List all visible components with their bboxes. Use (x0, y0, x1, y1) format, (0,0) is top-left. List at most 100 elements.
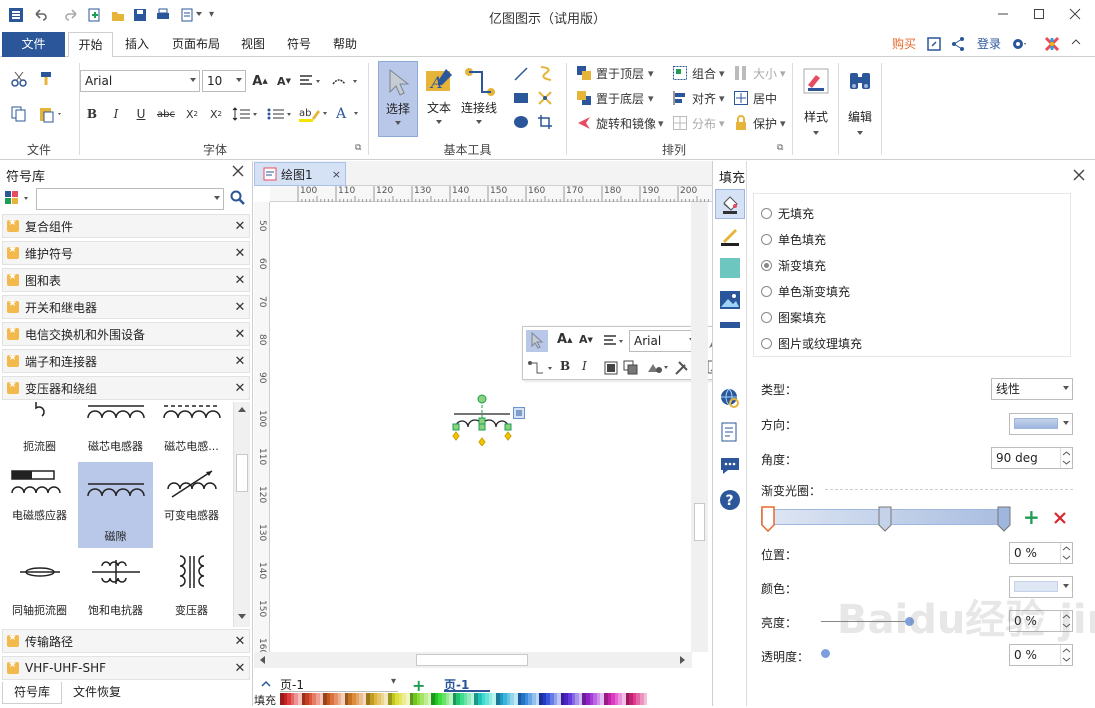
float-bold-icon[interactable]: B (560, 359, 570, 373)
center-button[interactable]: 居中 (733, 89, 777, 107)
cross-point-icon[interactable] (537, 90, 553, 106)
select-tool-button[interactable]: 选择 (378, 61, 418, 137)
distribute-button[interactable]: 分布 ▾ (672, 114, 725, 132)
spin-arrows-icon[interactable] (1060, 543, 1072, 563)
library-category-graphs[interactable]: 图和表 ✕ (2, 268, 250, 292)
tab-help[interactable]: 帮助 (324, 32, 366, 57)
add-stop-icon[interactable]: + (1023, 507, 1040, 527)
shape-saturable-reactor[interactable]: 饱和电抗器 (78, 552, 153, 617)
scroll-down-icon[interactable] (238, 614, 246, 619)
line-shape-icon[interactable] (513, 66, 529, 82)
shape-coax-choke[interactable]: 同轴扼流圈 (2, 552, 77, 617)
crop-icon[interactable] (537, 114, 553, 130)
library-category-telecom[interactable]: 电信交换机和外围设备 ✕ (2, 322, 250, 346)
float-font-select[interactable]: Arial (629, 330, 699, 352)
font-grow-icon[interactable]: A ▲ (250, 71, 270, 91)
close-icon[interactable] (1060, 3, 1090, 25)
close-icon[interactable]: ✕ (231, 661, 249, 676)
library-category-transmission[interactable]: 传输路径 ✕ (2, 629, 250, 653)
float-connector-icon[interactable] (527, 359, 555, 377)
library-close-icon[interactable] (232, 165, 244, 177)
float-italic-icon[interactable]: I (582, 359, 587, 373)
close-icon[interactable]: ✕ (231, 273, 249, 288)
style-button[interactable]: 样式 (796, 61, 836, 149)
font-color-icon[interactable]: A (334, 105, 364, 123)
close-icon[interactable]: ✕ (231, 300, 249, 315)
tab-symbol-library[interactable]: 符号库 (2, 682, 62, 704)
font-dialog-launcher-icon[interactable]: ⧉ (355, 143, 361, 153)
gradient-stop-handle[interactable] (878, 506, 892, 532)
attachment-note-icon[interactable] (719, 421, 741, 443)
scroll-up-icon[interactable] (238, 407, 246, 412)
protect-button[interactable]: 保护 ▾ (733, 114, 786, 132)
float-copy-style-icon[interactable] (623, 360, 639, 376)
font-size-select[interactable]: 10 (202, 70, 246, 92)
close-icon[interactable]: ✕ (231, 634, 249, 649)
close-icon[interactable]: ✕ (231, 381, 249, 396)
library-search-input[interactable] (36, 188, 224, 210)
transparency-input[interactable]: 0 % (1009, 644, 1073, 666)
radio-single-gradient-fill[interactable]: 单色渐变填充 (761, 283, 850, 299)
copy-icon[interactable] (10, 105, 28, 123)
shape-magnetic-gap[interactable]: 磁隙 (78, 462, 153, 548)
shape-core-inductor[interactable]: 磁芯电感器 (78, 402, 153, 453)
radio-pattern-fill[interactable]: 图案填充 (761, 309, 826, 325)
login-link[interactable]: 登录 (972, 32, 1006, 57)
ellipse-shape-icon[interactable] (513, 114, 529, 130)
float-font-shrink-icon[interactable]: A ▼ (579, 333, 593, 346)
text-tool-button[interactable]: A 文本 (420, 61, 458, 137)
tab-view[interactable]: 视图 (232, 32, 274, 57)
page-tab-1[interactable]: 页-1 (444, 676, 490, 692)
help-icon[interactable]: ? (719, 489, 741, 511)
gradient-stop-handle-selected[interactable] (761, 506, 775, 532)
page-select[interactable]: 页-1 ▾ (280, 676, 398, 692)
settings-gear-icon[interactable] (1010, 36, 1028, 52)
text-highlight-icon[interactable]: ab (298, 105, 330, 123)
bullet-list-icon[interactable] (266, 105, 294, 123)
buy-link[interactable]: 购买 (886, 32, 922, 57)
search-icon[interactable] (230, 190, 246, 206)
shape-electromagnetic-inductor[interactable]: 电磁感应器 (2, 465, 77, 522)
cut-icon[interactable] (10, 70, 28, 88)
canvas-horizontal-scrollbar[interactable] (254, 652, 692, 668)
library-category-transformers[interactable]: 变压器和绕组 ✕ (2, 376, 250, 400)
canvas-vertical-scrollbar[interactable] (691, 202, 708, 652)
spin-arrows-icon[interactable] (1060, 645, 1072, 665)
fill-panel-close-icon[interactable] (1073, 169, 1085, 181)
paragraph-align-icon[interactable] (298, 71, 324, 91)
subscript-icon[interactable]: X2 (183, 105, 201, 123)
minimize-icon[interactable] (988, 3, 1018, 25)
line-spacing-icon[interactable] (232, 105, 260, 123)
tab-file-recovery[interactable]: 文件恢复 (64, 682, 130, 704)
tab-page-layout[interactable]: 页面布局 (166, 32, 226, 57)
library-menu-icon[interactable] (4, 189, 34, 207)
color-palette[interactable] (280, 693, 662, 705)
scroll-left-icon[interactable] (260, 656, 265, 664)
remove-stop-icon[interactable] (1053, 511, 1067, 525)
rotate-mirror-button[interactable]: 旋转和镜像 ▾ (576, 114, 664, 132)
share-window-icon[interactable] (926, 36, 942, 52)
tab-insert[interactable]: 插入 (116, 32, 158, 57)
shape-core-inductor-2[interactable]: 磁芯电感... (154, 402, 229, 453)
library-category-compound[interactable]: 复合组件 ✕ (2, 214, 250, 238)
direction-select[interactable] (1009, 413, 1073, 435)
close-icon[interactable]: ✕ (231, 219, 249, 234)
library-category-terminals[interactable]: 端子和连接器 ✕ (2, 349, 250, 373)
tab-close-icon[interactable]: × (332, 168, 341, 181)
page-up-icon[interactable] (260, 678, 272, 690)
font-name-select[interactable]: Arial (80, 70, 200, 92)
maximize-icon[interactable] (1024, 3, 1054, 25)
palette-swatch[interactable] (643, 693, 648, 705)
superscript-icon[interactable]: X2 (207, 105, 225, 123)
rectangle-shape-icon[interactable] (513, 90, 529, 106)
scroll-thumb[interactable] (236, 454, 248, 492)
underline-icon[interactable]: U (133, 105, 149, 123)
selected-magnetic-gap-shape[interactable] (450, 394, 514, 446)
shape-choke[interactable]: 扼流圈 (2, 402, 77, 453)
arc-shape-icon[interactable] (537, 64, 555, 82)
tab-symbol[interactable]: 符号 (278, 32, 320, 57)
bold-icon[interactable]: B (84, 105, 100, 123)
bring-to-front-button[interactable]: 置于顶层 ▾ (576, 64, 654, 82)
library-category-switches[interactable]: 开关和继电器 ✕ (2, 295, 250, 319)
line-curve-icon[interactable] (330, 71, 362, 91)
